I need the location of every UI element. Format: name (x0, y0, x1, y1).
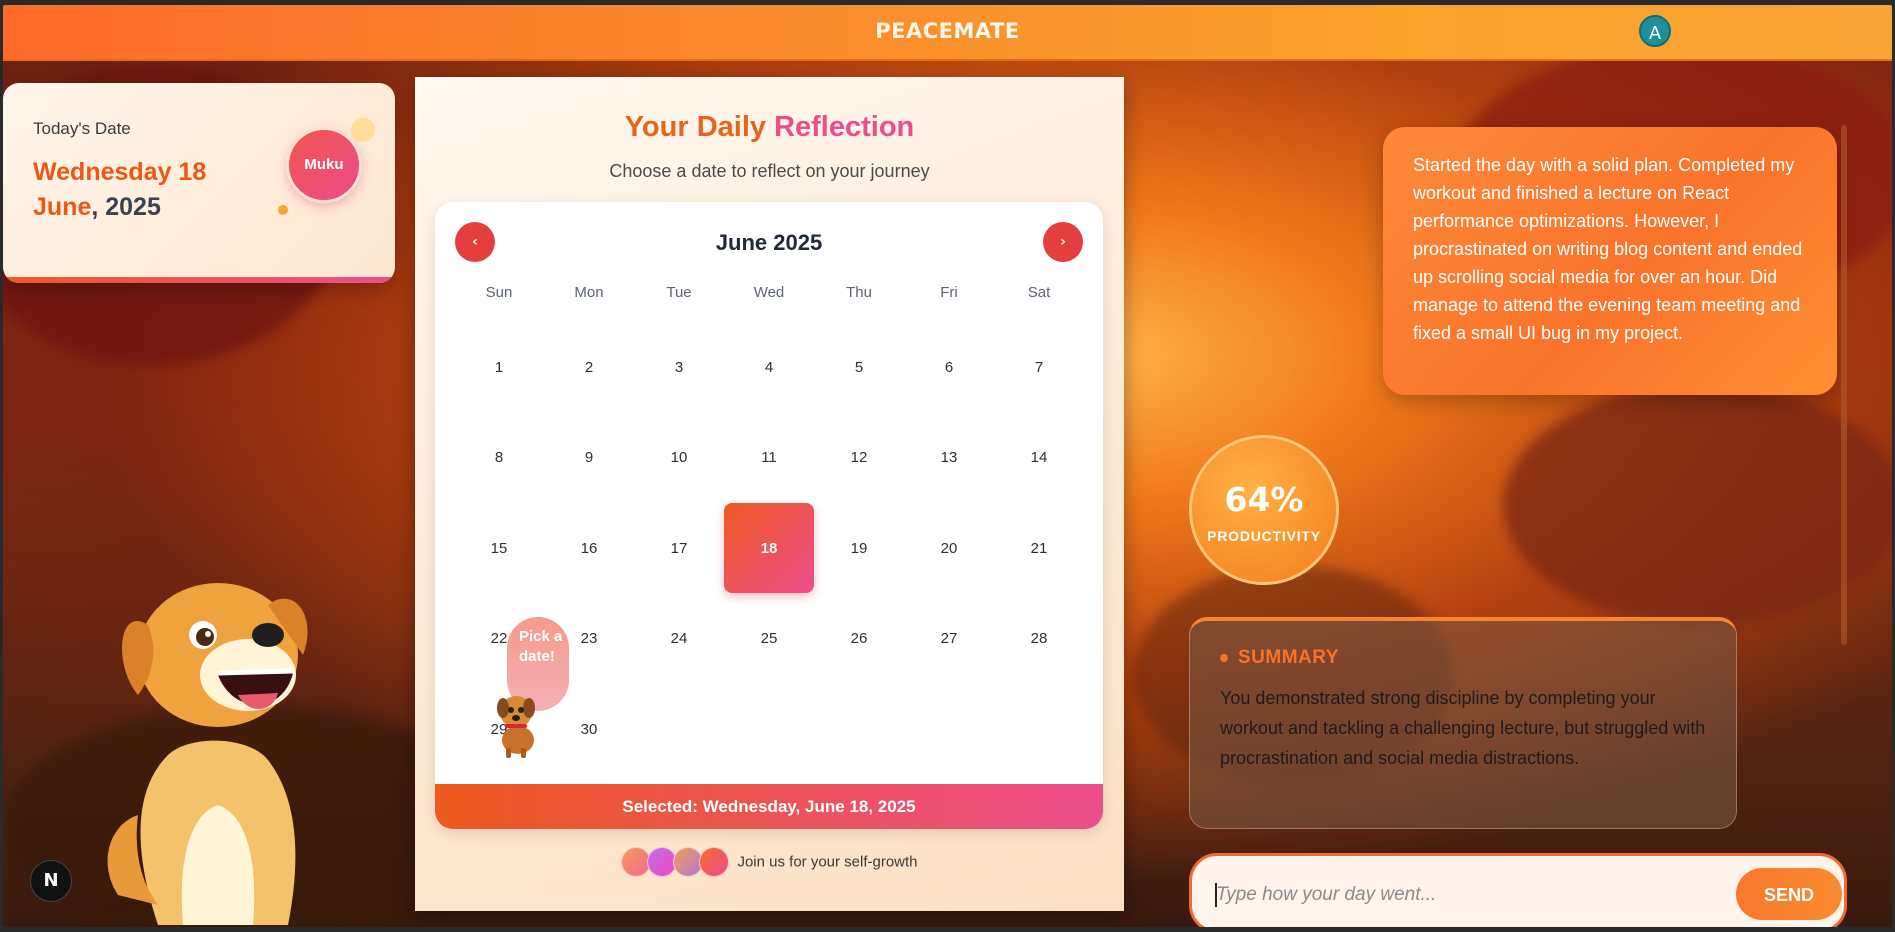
decor-dot (278, 205, 288, 215)
join-text: Join us for your self-growth (737, 853, 918, 871)
productivity-value: 64% (1224, 480, 1304, 519)
weekday-label: Thu (846, 284, 872, 301)
calendar-day[interactable]: 6 (904, 322, 994, 413)
calendar-day[interactable]: 4 (724, 322, 814, 413)
month-title: June 2025 (715, 230, 823, 255)
weekday-header: Sun Mon Tue Wed Thu Fri Sat (454, 284, 1084, 301)
summary-heading-text: SUMMARY (1238, 647, 1339, 668)
day-input-composer: SEND (1189, 853, 1847, 927)
weekday-label: Mon (574, 284, 604, 301)
weekday-label: Fri (940, 284, 958, 301)
calendar-day[interactable]: 21 (994, 503, 1084, 594)
calendar-day[interactable]: 26 (814, 594, 904, 685)
brand-part-mate: MATE (953, 19, 1020, 43)
calendar-day[interactable]: 10 (634, 413, 724, 504)
muku-badge[interactable]: Muku (286, 127, 362, 203)
app-frame: PEACEMATE A Today's Date Wednesday 18 Jun… (3, 5, 1892, 927)
user-avatar[interactable]: A (1639, 15, 1671, 47)
weekday-label: Sat (1027, 284, 1051, 301)
calendar-day[interactable]: 25 (724, 594, 814, 685)
journal-entry-bubble: Started the day with a solid plan. Compl… (1383, 127, 1837, 395)
weekday-label: Wed (753, 284, 785, 301)
productivity-label: PRODUCTIVITY (1207, 528, 1321, 544)
summary-heading: SUMMARY (1220, 647, 1706, 669)
text-caret (1215, 883, 1217, 907)
calendar-day[interactable]: 2 (544, 322, 634, 413)
calendar-day[interactable]: 15 (454, 503, 544, 594)
daily-reflection-panel: Your Daily Reflection Choose a date to r… (415, 77, 1124, 911)
reflection-subtitle: Choose a date to reflect on your journey (609, 161, 930, 181)
calendar-day[interactable]: 9 (544, 413, 634, 504)
calendar-day[interactable]: 7 (994, 322, 1084, 413)
todays-date-label: Today's Date (33, 119, 131, 138)
summary-text: You demonstrated strong discipline by co… (1220, 688, 1706, 768)
calendar-day[interactable]: 13 (904, 413, 994, 504)
top-nav-bar: PEACEMATE A (3, 5, 1892, 61)
next-dev-badge[interactable]: N (30, 860, 72, 902)
calendar-card: ‹ June 2025 › Sun Mon Tue Wed Thu Fri Sa… (435, 202, 1103, 829)
day-input-field[interactable] (1214, 876, 1708, 914)
dog-mascot-illustration (107, 583, 308, 925)
todays-date-value: Wednesday 18 June, 2025 (33, 155, 243, 225)
selected-date-bar: Selected: Wednesday, June 18, 2025 (435, 784, 1103, 829)
date-weekday-day: Wednesday 18 (33, 158, 207, 186)
calendar-day[interactable]: 27 (904, 594, 994, 685)
calendar-day[interactable]: 28 (994, 594, 1084, 685)
decor-dot (351, 118, 375, 142)
date-year: , 2025 (91, 193, 161, 221)
join-community: Join us for your self-growth (415, 847, 1124, 877)
mini-dog-mascot-icon (497, 696, 535, 758)
weekday-label: Tue (666, 284, 692, 301)
send-button[interactable]: SEND (1736, 868, 1842, 920)
calendar-day[interactable]: 19 (814, 503, 904, 594)
calendar-day[interactable]: 16 (544, 503, 634, 594)
productivity-gauge: 64% PRODUCTIVITY (1189, 435, 1339, 585)
calendar-day[interactable]: 12 (814, 413, 904, 504)
background-foliage (1503, 385, 1892, 625)
chat-scrollbar[interactable] (1841, 125, 1847, 645)
calendar-day[interactable]: 17 (634, 503, 724, 594)
reflection-title-part1: Your Daily (624, 111, 767, 143)
calendar-day[interactable]: 8 (454, 413, 544, 504)
bullet-dot-icon (1220, 653, 1228, 662)
community-avatars (621, 847, 730, 877)
calendar-day[interactable]: 24 (634, 594, 724, 685)
reflection-title-part2: Reflection (774, 111, 915, 143)
card-accent-bar (3, 277, 395, 283)
brand-part-peace: PEACE (875, 19, 954, 43)
date-month: June (33, 193, 92, 221)
community-avatar (699, 847, 730, 877)
brand-logo[interactable]: PEACEMATE (3, 19, 1892, 43)
calendar-day[interactable]: 11 (724, 413, 814, 504)
calendar-day[interactable]: 20 (904, 503, 994, 594)
todays-date-card: Today's Date Wednesday 18 June, 2025 Muku (3, 83, 395, 283)
summary-card: SUMMARY You demonstrated strong discipli… (1189, 617, 1737, 829)
reflection-title: Your Daily Reflection (415, 111, 1124, 144)
calendar-day[interactable]: 14 (994, 413, 1084, 504)
calendar-day[interactable]: 1 (454, 322, 544, 413)
next-month-button[interactable]: › (1043, 222, 1083, 262)
calendar-day[interactable]: 3 (634, 322, 724, 413)
weekday-label: Sun (485, 284, 513, 301)
calendar-day[interactable]: 5 (814, 322, 904, 413)
calendar-day-selected[interactable]: 18 (724, 503, 814, 594)
